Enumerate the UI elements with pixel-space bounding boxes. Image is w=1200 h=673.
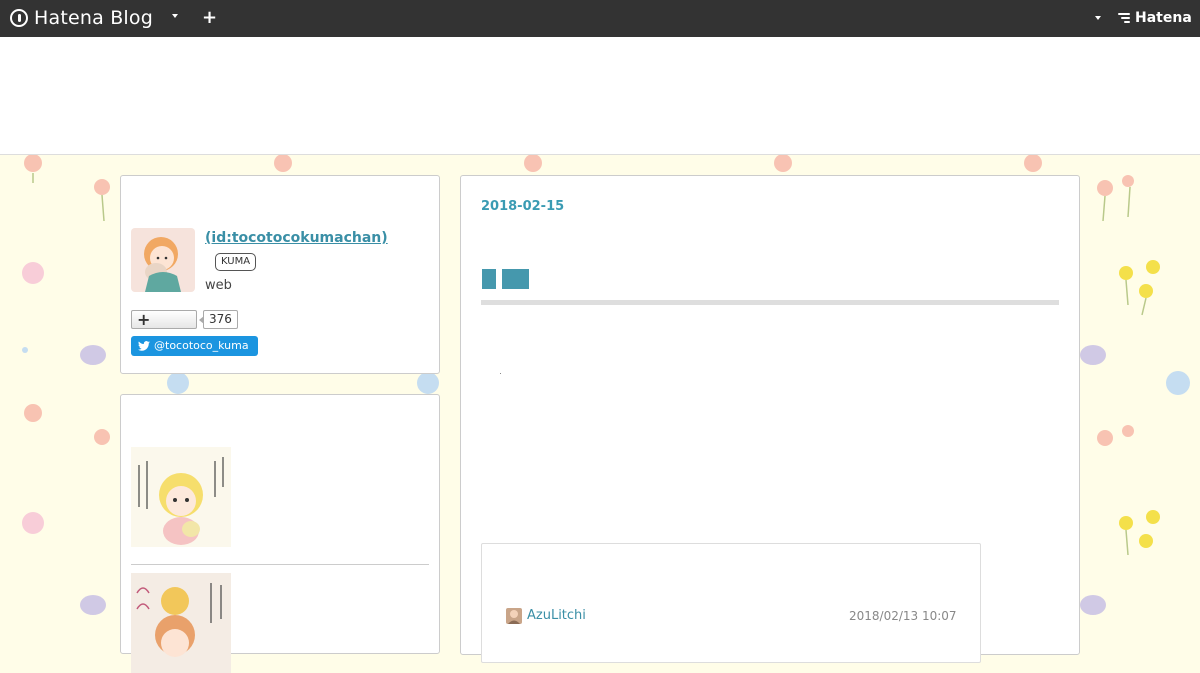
sidebar-module (120, 394, 440, 673)
add-post-plus-icon[interactable]: + (202, 8, 217, 28)
comment-card: AzuLitchi 2018/02/13 10:07 (481, 543, 981, 663)
blog-header (0, 37, 1200, 155)
title-underline (481, 300, 1059, 305)
profile-avatar[interactable] (131, 228, 195, 292)
profile-id-link[interactable]: (id:tocotocokumachan) (205, 230, 388, 246)
twitter-handle: @tocotoco_kuma (154, 339, 249, 352)
profile-description: web (205, 278, 232, 293)
account-menu-chevron-down-icon[interactable] (1095, 16, 1101, 20)
main-entry: 2018-02-15 AzuLitchi 2018/02/13 10:07 (460, 175, 1080, 663)
commenter-avatar[interactable] (506, 608, 522, 624)
entry-thumbnail[interactable] (131, 573, 231, 673)
twitter-follow-button[interactable]: @tocotoco_kuma (131, 336, 258, 356)
hatena-logo[interactable]: Hatena (1118, 10, 1192, 26)
hatena-label: Hatena (1135, 10, 1192, 26)
plus-icon: + (137, 310, 151, 329)
hatena-blog-icon (10, 9, 28, 27)
brand-name: Hatena Blog (34, 7, 153, 29)
profile-badge: KUMA (215, 253, 257, 271)
hatena-icon (1118, 12, 1132, 24)
comment-timestamp: 2018/02/13 10:07 (849, 609, 957, 623)
follower-count[interactable]: 376 (199, 310, 238, 329)
category-label[interactable] (502, 269, 529, 289)
entry-thumbnail[interactable] (131, 447, 231, 547)
hatena-blog-logo[interactable]: Hatena Blog (10, 6, 153, 30)
twitter-bird-icon (138, 341, 150, 351)
blog-menu-chevron-down-icon[interactable] (172, 14, 178, 18)
category-label[interactable] (482, 269, 496, 289)
follow-button[interactable]: + (131, 310, 197, 329)
sidebar-divider (131, 564, 429, 565)
entry-date[interactable]: 2018-02-15 (481, 199, 564, 214)
top-navigation-bar: Hatena Blog + Hatena (0, 0, 1200, 37)
commenter-name[interactable]: AzuLitchi (527, 608, 586, 623)
entry-body-dot (500, 373, 501, 374)
profile-module: (id:tocotocokumachan) KUMA web + 376 @to… (120, 175, 440, 374)
